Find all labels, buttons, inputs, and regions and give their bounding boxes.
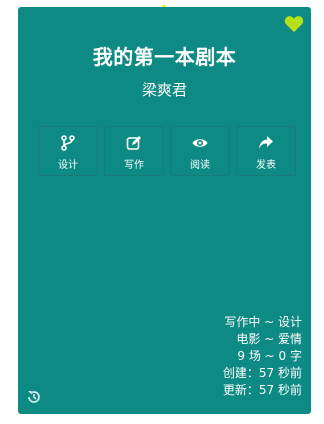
read-label: 阅读 bbox=[190, 160, 210, 171]
history-icon[interactable] bbox=[26, 389, 42, 405]
script-title: 我的第一本剧本 bbox=[92, 45, 237, 69]
stats-text: 9 场 ~ 0 字 bbox=[237, 349, 302, 363]
created-text: 创建：57 秒前 bbox=[222, 366, 302, 380]
publish-label: 发表 bbox=[256, 160, 276, 171]
read-button[interactable]: 阅读 bbox=[170, 126, 230, 176]
script-author: 梁爽君 bbox=[141, 81, 187, 99]
eye-icon bbox=[192, 139, 208, 147]
branch-icon bbox=[61, 135, 75, 151]
share-icon bbox=[259, 136, 273, 149]
script-info: 写作中 ~ 设计 电影 ~ 爱情 9 场 ~ 0 字 创建：57 秒前 更新：5… bbox=[223, 314, 302, 399]
write-button[interactable]: 写作 bbox=[104, 126, 164, 176]
design-label: 设计 bbox=[58, 160, 78, 171]
genre-text: 电影 ~ 爱情 bbox=[236, 332, 302, 346]
edit-icon bbox=[126, 136, 141, 150]
publish-button[interactable]: 发表 bbox=[236, 126, 296, 176]
updated-text: 更新：57 秒前 bbox=[222, 383, 302, 397]
write-label: 写作 bbox=[124, 160, 144, 171]
script-card[interactable]: 我的第一本剧本 梁爽君 设计 写作 阅读 发表 写作中 ~ 设计 电影 ~ 爱情… bbox=[18, 7, 311, 414]
heart-icon[interactable] bbox=[284, 15, 304, 33]
design-button[interactable]: 设计 bbox=[38, 126, 98, 176]
action-bar: 设计 写作 阅读 发表 bbox=[38, 126, 297, 176]
status-text: 写作中 ~ 设计 bbox=[224, 315, 302, 329]
